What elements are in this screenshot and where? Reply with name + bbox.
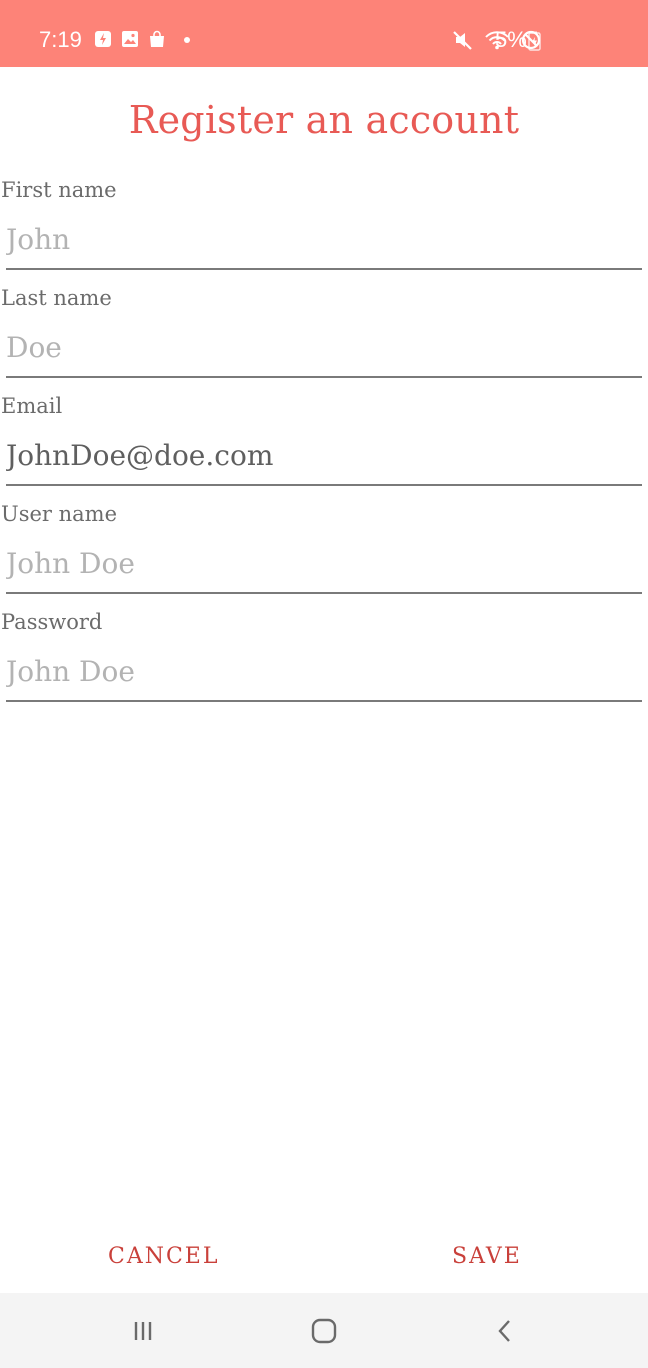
user-name-label: User name <box>1 502 118 526</box>
user-name-input[interactable] <box>6 534 642 594</box>
shopping-bag-icon <box>150 30 164 47</box>
sync-icon <box>95 31 111 47</box>
notification-dot <box>184 37 190 43</box>
last-name-input[interactable] <box>6 318 642 378</box>
image-icon <box>122 31 138 47</box>
home-icon <box>311 1318 337 1344</box>
first-name-label: First name <box>1 178 117 202</box>
cancel-button[interactable]: CANCEL <box>108 1236 219 1276</box>
back-icon <box>498 1320 510 1342</box>
status-left-icons <box>94 30 166 48</box>
save-button[interactable]: SAVE <box>452 1236 522 1276</box>
battery-percentage: 5% <box>495 27 527 52</box>
navigation-bar <box>0 1293 648 1368</box>
first-name-input[interactable] <box>6 210 642 270</box>
status-bar: 7:19 5% <box>0 0 648 67</box>
last-name-label: Last name <box>1 286 112 310</box>
password-label: Password <box>1 610 103 634</box>
home-button[interactable] <box>304 1313 344 1349</box>
email-label: Email <box>1 394 63 418</box>
page-title: Register an account <box>128 98 520 142</box>
password-input[interactable] <box>6 642 642 702</box>
recents-icon <box>134 1322 152 1340</box>
recents-button[interactable] <box>123 1313 163 1349</box>
battery-icon <box>528 31 541 51</box>
mute-icon <box>453 31 472 50</box>
status-time: 7:19 <box>39 27 82 52</box>
email-input[interactable] <box>6 426 642 486</box>
back-button[interactable] <box>486 1313 526 1349</box>
